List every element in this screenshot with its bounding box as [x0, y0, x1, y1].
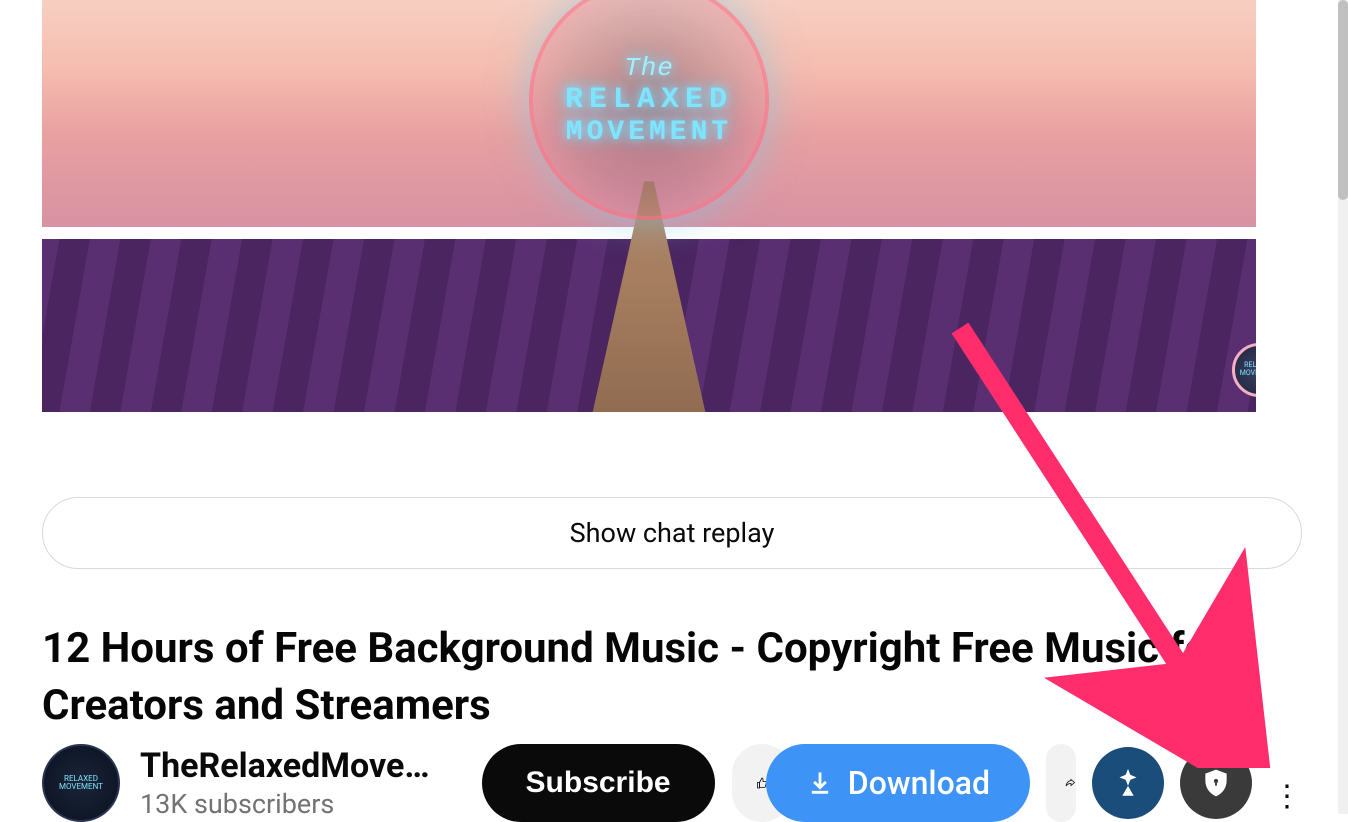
share-button[interactable]	[1046, 744, 1076, 822]
share-icon	[1064, 766, 1076, 800]
sparkle-icon	[1111, 766, 1145, 800]
subscriber-count: 13K subscribers	[140, 788, 430, 820]
logo-relaxed-text: RELAXED	[565, 83, 733, 117]
action-buttons-row: Download ⋮	[732, 744, 1302, 822]
shield-circle-button[interactable]	[1180, 747, 1252, 819]
vertical-dots-icon: ⋮	[1272, 779, 1302, 814]
more-actions-button[interactable]: ⋮	[1268, 779, 1302, 822]
logo-the-text: The	[624, 53, 674, 83]
vertical-scrollbar[interactable]	[1338, 0, 1348, 814]
channel-info: TheRelaxedMove… 13K subscribers	[140, 746, 430, 820]
sparkle-circle-button[interactable]	[1092, 747, 1164, 819]
avatar-text: RELAXED MOVEMENT	[44, 775, 118, 793]
mini-logo-text: RELAXED MOVEMENT	[1235, 362, 1256, 377]
video-title: 12 Hours of Free Background Music - Copy…	[42, 621, 1302, 734]
channel-avatar[interactable]: RELAXED MOVEMENT	[42, 744, 120, 822]
channel-name[interactable]: TheRelaxedMove…	[140, 746, 430, 786]
show-chat-replay-button[interactable]: Show chat replay	[42, 497, 1302, 569]
shield-lock-icon	[1200, 767, 1232, 799]
scrollbar-thumb[interactable]	[1338, 0, 1348, 200]
logo-movement-text: MOVEMENT	[566, 117, 732, 148]
video-meta-row: RELAXED MOVEMENT TheRelaxedMove… 13K sub…	[42, 744, 1302, 822]
chat-replay-label: Show chat replay	[570, 517, 775, 549]
download-button[interactable]: Download	[766, 744, 1030, 822]
video-thumbnail[interactable]: The RELAXED MOVEMENT RELAXED MOVEMENT	[42, 0, 1256, 412]
subscribe-label: Subscribe	[526, 766, 671, 799]
download-label: Download	[848, 764, 990, 802]
subscribe-button[interactable]: Subscribe	[482, 744, 715, 822]
download-icon	[806, 769, 834, 797]
